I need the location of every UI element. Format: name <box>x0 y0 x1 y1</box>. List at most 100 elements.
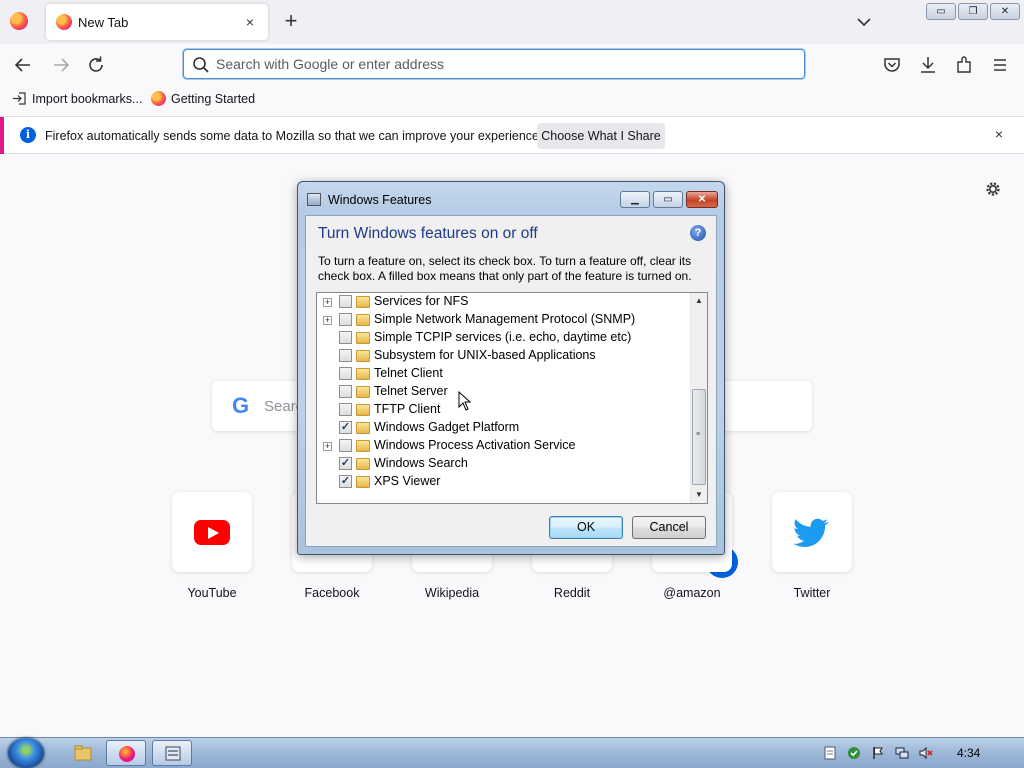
navigation-toolbar <box>0 44 1024 84</box>
bookmarks-toolbar: Import bookmarks... Getting Started <box>0 84 1024 114</box>
dialog-maximize-button[interactable]: ▭ <box>653 191 683 208</box>
feature-checkbox[interactable]: ✓ <box>339 457 352 470</box>
choose-what-i-share-button[interactable]: Choose What I Share <box>537 123 665 149</box>
feature-row[interactable]: ✓ Windows Search <box>317 455 691 473</box>
new-tab-button[interactable]: + <box>280 10 302 32</box>
dialog-minimize-button[interactable]: ▁ <box>620 191 650 208</box>
feature-label: Windows Process Activation Service <box>374 438 576 452</box>
feature-row[interactable]: + Simple Network Management Protocol (SNM… <box>317 311 691 329</box>
action-center-flag-icon[interactable] <box>871 746 885 760</box>
feature-row[interactable]: ✓ Windows Gadget Platform <box>317 419 691 437</box>
ok-button[interactable]: OK <box>549 516 623 539</box>
dialog-client-area: Turn Windows features on or off ? To tur… <box>305 215 717 547</box>
feature-label: Services for NFS <box>374 294 469 308</box>
shortcut-label: Reddit <box>553 586 591 600</box>
reload-icon[interactable] <box>85 54 107 76</box>
feature-checkbox[interactable] <box>339 331 352 344</box>
feature-row[interactable]: Subsystem for UNIX-based Applications <box>317 347 691 365</box>
feature-row[interactable]: + Services for NFS <box>317 293 691 311</box>
extensions-icon[interactable] <box>953 54 975 76</box>
taskbar-clock[interactable]: 4:34 <box>957 746 980 760</box>
data-collection-notification: i Firefox automatically sends some data … <box>0 116 1024 154</box>
folder-icon <box>356 458 370 470</box>
gear-icon[interactable] <box>983 179 1003 199</box>
folder-icon <box>356 296 370 308</box>
firefox-view-icon[interactable] <box>10 12 28 30</box>
menu-icon[interactable] <box>989 54 1011 76</box>
notification-text: Firefox automatically sends some data to… <box>45 129 543 143</box>
help-icon[interactable]: ? <box>690 225 706 241</box>
feature-label: XPS Viewer <box>374 474 441 488</box>
security-tray-icon[interactable] <box>847 746 861 760</box>
bookmark-getting-started[interactable]: Getting Started <box>151 91 255 106</box>
expand-icon[interactable]: + <box>323 298 332 307</box>
folder-icon <box>356 350 370 362</box>
notification-close-icon[interactable]: × <box>990 125 1008 143</box>
tab-close-icon[interactable]: × <box>240 12 260 32</box>
feature-row[interactable]: ✓ XPS Viewer <box>317 473 691 491</box>
notification-accent-stripe <box>0 117 4 154</box>
dialog-description: To turn a feature on, select its check b… <box>318 254 692 283</box>
restore-button[interactable]: ❐ <box>958 3 988 20</box>
taskbar-windows-features[interactable] <box>152 740 192 766</box>
features-tree: + Services for NFS + Simple Network Managem… <box>316 292 708 504</box>
network-tray-icon[interactable] <box>895 746 909 760</box>
feature-row[interactable]: + Windows Process Activation Service <box>317 437 691 455</box>
folder-icon <box>356 404 370 416</box>
windows-features-icon <box>307 193 321 206</box>
dialog-close-button[interactable]: ✕ <box>686 191 718 208</box>
tab-bar: New Tab × + ▭ ❐ ✕ <box>0 0 1024 44</box>
cancel-button[interactable]: Cancel <box>632 516 706 539</box>
back-icon[interactable] <box>12 54 34 76</box>
feature-label: Simple Network Management Protocol (SNMP… <box>374 312 636 326</box>
feature-checkbox[interactable] <box>339 403 352 416</box>
scrollbar-thumb[interactable]: ≡ <box>692 389 706 485</box>
feature-label: TFTP Client <box>374 402 441 416</box>
pocket-icon[interactable] <box>881 54 903 76</box>
feature-row[interactable]: Telnet Client <box>317 365 691 383</box>
feature-row[interactable]: Simple TCPIP services (i.e. echo, daytim… <box>317 329 691 347</box>
feature-checkbox[interactable] <box>339 295 352 308</box>
scroll-down-arrow[interactable]: ▼ <box>691 487 707 503</box>
feature-checkbox[interactable] <box>339 349 352 362</box>
expand-icon[interactable]: + <box>323 442 332 451</box>
shortcut-label: @amazon <box>663 586 721 600</box>
folder-icon <box>356 386 370 398</box>
shortcut-twitter[interactable]: Twitter <box>772 492 852 600</box>
feature-checkbox[interactable] <box>339 367 352 380</box>
windows-features-icon <box>165 746 181 761</box>
vertical-scrollbar[interactable]: ▲ ≡ ▼ <box>690 293 707 503</box>
url-input[interactable] <box>216 51 796 77</box>
google-icon: G <box>232 393 250 418</box>
folder-icon <box>356 332 370 344</box>
taskbar-firefox[interactable] <box>106 740 146 766</box>
feature-row[interactable]: Telnet Server <box>317 383 691 401</box>
feature-checkbox[interactable] <box>339 313 352 326</box>
tab-new-tab[interactable]: New Tab × <box>46 4 268 40</box>
bookmark-label: Import bookmarks... <box>32 91 143 106</box>
forward-icon[interactable] <box>50 54 72 76</box>
volume-muted-icon[interactable] <box>919 746 933 760</box>
taskbar-explorer[interactable] <box>62 740 102 766</box>
import-icon <box>13 92 26 105</box>
firefox-icon <box>151 91 166 106</box>
firefox-favicon-icon <box>56 14 72 30</box>
bookmark-import[interactable]: Import bookmarks... <box>12 91 142 106</box>
address-bar[interactable] <box>183 49 805 79</box>
feature-row[interactable]: TFTP Client <box>317 401 691 419</box>
feature-label: Subsystem for UNIX-based Applications <box>374 348 596 362</box>
start-button[interactable] <box>8 738 44 768</box>
scroll-up-arrow[interactable]: ▲ <box>691 293 707 309</box>
feature-label: Windows Search <box>374 456 468 470</box>
list-all-tabs-icon[interactable] <box>854 12 874 32</box>
close-window-button[interactable]: ✕ <box>990 3 1020 20</box>
minimize-button[interactable]: ▭ <box>926 3 956 20</box>
feature-checkbox[interactable] <box>339 439 352 452</box>
expand-icon[interactable]: + <box>323 316 332 325</box>
feature-checkbox[interactable] <box>339 385 352 398</box>
shortcut-youtube[interactable]: YouTube <box>172 492 252 600</box>
feature-checkbox[interactable]: ✓ <box>339 421 352 434</box>
document-tray-icon[interactable] <box>823 746 837 760</box>
feature-checkbox[interactable]: ✓ <box>339 475 352 488</box>
downloads-icon[interactable] <box>917 54 939 76</box>
